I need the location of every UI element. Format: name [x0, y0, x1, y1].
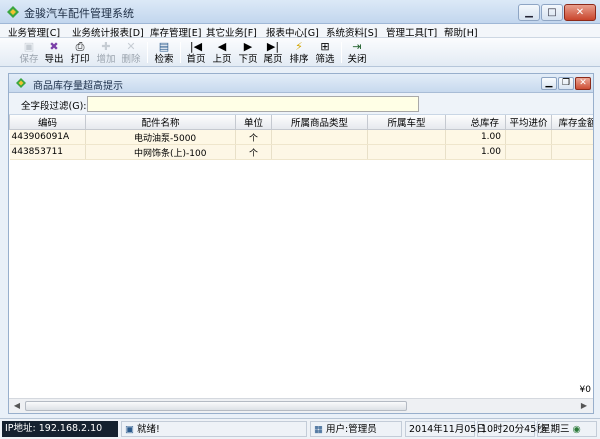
menu-admin-tools[interactable]: 管理工具[T] [386, 25, 437, 39]
menu-inventory[interactable]: 库存管理[E] [150, 25, 201, 39]
menu-help[interactable]: 帮助[H] [444, 25, 478, 39]
first-page-icon: |◀ [189, 40, 203, 53]
add-button[interactable]: ✚ 增加 [93, 39, 119, 66]
cell-category [271, 129, 368, 145]
close-window-button[interactable]: ✕ [564, 4, 596, 21]
user-icon: ▦ [314, 424, 323, 435]
maximize-button[interactable]: □ [541, 4, 563, 21]
column-header[interactable]: 所属商品类型 [271, 115, 368, 130]
table-header: 编码 配件名称 单位 所属商品类型 所属车型 总库存 平均进价 库存金额 [9, 115, 593, 130]
last-page-button[interactable]: ▶| 尾页 [260, 39, 286, 66]
child-close-button[interactable]: ✕ [575, 77, 591, 90]
window-title: 金骏汽车配件管理系统 [24, 7, 134, 20]
cell-vehicle [367, 144, 446, 160]
cell-category [271, 144, 368, 160]
app-logo-icon [7, 6, 19, 18]
status-ip: IP地址: 192.168.2.10 [2, 421, 118, 437]
cell-code: 443853711 [9, 144, 86, 160]
child-window-title: 商品库存量超高提示 [33, 81, 123, 92]
menu-other-business[interactable]: 其它业务[F] [206, 25, 257, 39]
column-header[interactable]: 平均进价 [505, 115, 552, 130]
cell-code: 443906091A [9, 129, 86, 145]
save-icon: ▣ [23, 40, 35, 53]
cell-unit: 个 [235, 144, 272, 160]
globe-icon: ◉ [572, 424, 581, 435]
printer-icon: ⎙ [75, 40, 85, 53]
print-button[interactable]: ⎙ 打印 [67, 39, 93, 66]
menu-report-center[interactable]: 报表中心[G] [266, 25, 319, 39]
cell-vehicle [367, 129, 446, 145]
cell-avg-cost [505, 129, 552, 145]
delete-button[interactable]: ✕ 删除 [118, 39, 144, 66]
first-page-button[interactable]: |◀ 首页 [183, 39, 209, 66]
child-minimize-button[interactable]: ▁ [541, 77, 557, 90]
stock-alert-window: 商品库存量超高提示 ▁ ❐ ✕ 全字段过滤(G): 编码 配件名称 单位 所属商… [8, 73, 594, 414]
total-amount: ¥0 [579, 385, 591, 395]
menu-business[interactable]: 业务管理[C] [8, 25, 60, 39]
status-weekday: 星期三 ◉ [537, 421, 597, 437]
column-header[interactable]: 配件名称 [85, 115, 236, 130]
cell-avg-cost [505, 144, 552, 160]
close-button[interactable]: ⇥ 关闭 [344, 39, 370, 66]
cell-stock-amount [551, 144, 593, 160]
column-header[interactable]: 总库存 [445, 115, 506, 130]
cell-unit: 个 [235, 129, 272, 145]
menu-bar: 业务管理[C] 业务统计报表[D] 库存管理[E] 其它业务[F] 报表中心[G… [0, 24, 600, 39]
data-grid[interactable]: 编码 配件名称 单位 所属商品类型 所属车型 总库存 平均进价 库存金额 443… [9, 115, 593, 398]
prev-page-button[interactable]: ◀ 上页 [209, 39, 235, 66]
search-icon: ▤ [158, 40, 170, 53]
cell-stock: 1.00 [445, 129, 506, 145]
window-icon [16, 78, 26, 88]
cell-part-name: 中网饰条(上)-100 [85, 144, 236, 160]
column-header[interactable]: 所属车型 [367, 115, 446, 130]
menu-system-data[interactable]: 系统资料[S] [326, 25, 377, 39]
child-window-title-bar: 商品库存量超高提示 ▁ ❐ ✕ [9, 74, 593, 93]
column-header[interactable]: 单位 [235, 115, 272, 130]
cell-stock-amount [551, 129, 593, 145]
scroll-right-icon[interactable]: ▶ [577, 400, 591, 412]
status-ready: ▣ 就绪! [121, 421, 307, 437]
search-button[interactable]: ▤ 检索 [151, 39, 177, 66]
toolbar: ▣ 保存 ✖ 导出 ⎙ 打印 ✚ 增加 ✕ 删除 ▤ 检索 |◀ 首页 ◀ 上页… [0, 38, 600, 67]
cell-stock: 1.00 [445, 144, 506, 160]
save-button[interactable]: ▣ 保存 [16, 39, 42, 66]
sort-icon: ⚡ [295, 40, 303, 53]
title-bar: 金骏汽车配件管理系统 ▁ □ ✕ [0, 0, 600, 24]
filter-button[interactable]: ⊞ 筛选 [312, 39, 338, 66]
monitor-icon: ▣ [125, 424, 134, 435]
delete-icon: ✕ [126, 40, 136, 53]
status-user: ▦ 用户:管理员 [310, 421, 402, 437]
prev-page-icon: ◀ [217, 40, 227, 53]
sort-button[interactable]: ⚡ 排序 [286, 39, 312, 66]
status-time: 10时20分45秒 [477, 421, 546, 437]
export-button[interactable]: ✖ 导出 [41, 39, 67, 66]
status-date: 2014年11月05日 [405, 421, 486, 437]
toolbar-separator [180, 42, 181, 63]
close-icon: ⇥ [352, 40, 362, 53]
next-page-button[interactable]: ▶ 下页 [235, 39, 261, 66]
menu-business-reports[interactable]: 业务统计报表[D] [72, 25, 144, 39]
status-bar: IP地址: 192.168.2.10 ▣ 就绪! ▦ 用户:管理员 2014年1… [0, 418, 600, 439]
last-page-icon: ▶| [266, 40, 280, 53]
export-icon: ✖ [49, 40, 59, 53]
horizontal-scrollbar[interactable]: ◀ ▶ [9, 398, 593, 413]
next-page-icon: ▶ [243, 40, 253, 53]
filter-bar: 全字段过滤(G): [9, 93, 593, 115]
minimize-button[interactable]: ▁ [518, 4, 540, 21]
add-icon: ✚ [101, 40, 111, 53]
toolbar-separator [147, 42, 148, 63]
column-header[interactable]: 库存金额 [551, 115, 593, 130]
child-maximize-button[interactable]: ❐ [558, 77, 574, 90]
column-header[interactable]: 编码 [9, 115, 86, 130]
table-row[interactable]: 443853711 中网饰条(上)-100 个 1.00 [9, 144, 593, 160]
table-row[interactable]: 443906091A 电动油泵-5000 个 1.00 [9, 129, 593, 145]
toolbar-separator [341, 42, 342, 63]
filter-input[interactable] [87, 96, 419, 112]
filter-icon: ⊞ [320, 40, 330, 53]
scroll-left-icon[interactable]: ◀ [10, 400, 24, 412]
cell-part-name: 电动油泵-5000 [85, 129, 236, 145]
filter-label: 全字段过滤(G): [21, 101, 87, 112]
scroll-thumb[interactable] [25, 401, 407, 411]
